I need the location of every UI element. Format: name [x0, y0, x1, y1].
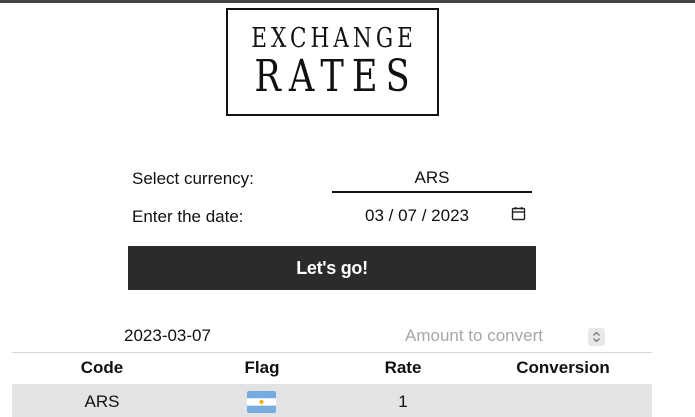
- column-header-flag: Flag: [244, 358, 280, 377]
- lets-go-button[interactable]: Let's go!: [128, 246, 536, 290]
- column-header-code: Code: [80, 358, 124, 377]
- exchange-rates-logo: EXCHANGE RATES: [226, 8, 439, 116]
- logo-line-2: RATES: [254, 51, 419, 102]
- amount-to-convert-input[interactable]: Amount to convert: [405, 326, 605, 348]
- calendar-icon[interactable]: [511, 206, 526, 221]
- currency-label: Select currency:: [132, 169, 254, 188]
- table-divider: [12, 352, 652, 353]
- row-code: ARS: [84, 392, 120, 411]
- number-spinner-icon[interactable]: [588, 328, 605, 346]
- amount-placeholder: Amount to convert: [405, 326, 543, 345]
- column-header-rate: Rate: [384, 358, 422, 377]
- date-input-value: 03 / 07 / 2023: [365, 206, 469, 225]
- currency-select[interactable]: ARS: [332, 164, 532, 193]
- row-rate: 1: [398, 392, 408, 411]
- argentina-flag-icon: [247, 391, 276, 413]
- currency-select-value: ARS: [414, 167, 450, 187]
- date-label: Enter the date:: [132, 207, 244, 226]
- window-top-border: [0, 0, 695, 3]
- result-date: 2023-03-07: [124, 326, 211, 345]
- logo-line-1: EXCHANGE: [251, 23, 418, 54]
- date-input[interactable]: 03 / 07 / 2023: [332, 203, 532, 229]
- column-header-conversion: Conversion: [516, 358, 610, 377]
